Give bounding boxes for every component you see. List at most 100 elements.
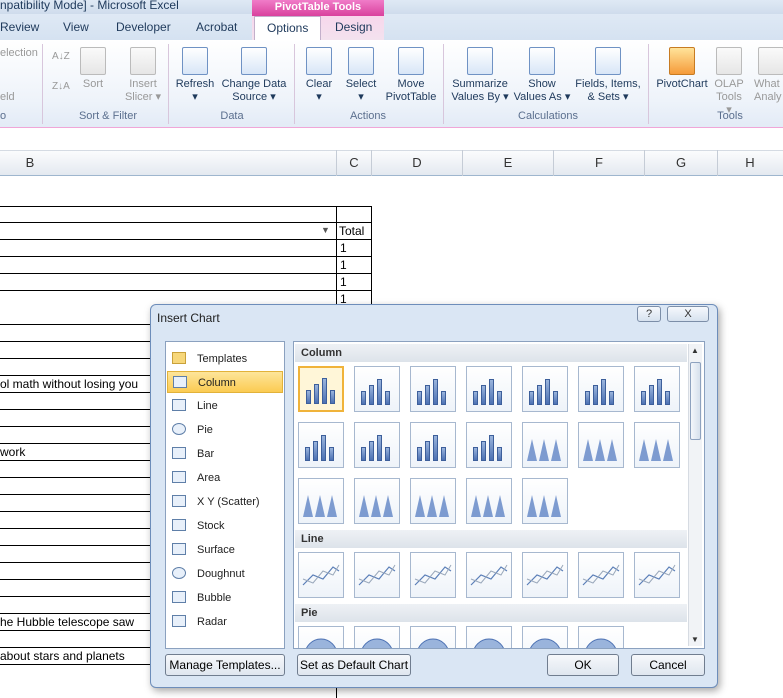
chart-subtype-thumbnail[interactable] [298,626,344,648]
chart-type-label: X Y (Scatter) [197,496,260,508]
chart-subtype-thumbnail[interactable] [410,422,456,468]
chart-subtype-thumbnail[interactable] [522,626,568,648]
sort-button[interactable]: Sort [76,47,110,91]
chart-type-bubble[interactable]: Bubble [167,587,283,609]
chart-subtype-thumbnail[interactable] [466,366,512,412]
chart-subtype-thumbnail[interactable] [522,422,568,468]
manage-templates-button[interactable]: Manage Templates... [165,654,285,676]
chart-subtype-thumbnail[interactable] [466,626,512,648]
chart-subtype-thumbnail[interactable] [522,552,568,598]
sort-az-icon[interactable]: A↓Z [52,50,70,63]
column-header-e[interactable]: E [463,155,553,170]
chart-subtype-thumbnail[interactable] [410,366,456,412]
chart-type-pie[interactable]: Pie [167,419,283,441]
bar-shape [497,447,502,461]
pivotchart-button[interactable]: PivotChart [652,47,712,91]
insert-chart-dialog: Insert Chart ? X Templates Column Line P… [150,304,718,688]
scroll-down-icon[interactable]: ▼ [691,635,699,644]
chart-subtype-thumbnail[interactable] [298,478,344,524]
show-values-button[interactable]: Show Values As ▾ [513,47,571,104]
help-button[interactable]: ? [637,306,661,322]
tab-review[interactable]: Review [0,20,39,34]
chart-subtype-thumbnail[interactable] [354,626,400,648]
chart-subtype-thumbnail[interactable] [410,478,456,524]
stock-chart-icon [172,519,186,531]
chart-subtype-thumbnail[interactable] [466,422,512,468]
what-if-button[interactable]: What Analy [754,47,783,104]
column-header-b[interactable]: B [0,155,60,170]
cancel-button[interactable]: Cancel [631,654,705,676]
tab-design[interactable]: Design [335,20,372,34]
chart-type-label: Radar [197,616,227,628]
chart-subtype-thumbnail[interactable] [410,626,456,648]
group-separator [294,44,295,124]
chart-subtype-thumbnail[interactable] [354,366,400,412]
chart-type-surface[interactable]: Surface [167,539,283,561]
filter-dropdown-arrow[interactable]: ▼ [321,225,330,235]
chart-type-radar[interactable]: Radar [167,611,283,633]
scroll-up-icon[interactable]: ▲ [691,346,699,355]
chart-type-label: Line [197,400,218,412]
chart-type-bar[interactable]: Bar [167,443,283,465]
clear-button[interactable]: Clear ▾ [300,47,338,104]
set-default-chart-button[interactable]: Set as Default Chart [297,654,411,676]
tab-options[interactable]: Options [254,16,322,42]
chart-type-templates[interactable]: Templates [167,348,283,370]
select-button[interactable]: Select ▾ [342,47,380,104]
line-preview-icon [638,564,676,586]
column-header-f[interactable]: F [554,155,644,170]
chart-subtype-thumbnail[interactable] [410,552,456,598]
chart-type-label: Area [197,472,221,484]
change-data-source-button[interactable]: Change Data Source ▾ [218,47,290,104]
scroll-thumb[interactable] [690,362,701,440]
refresh-button[interactable]: Refresh ▾ [174,47,216,104]
tab-view[interactable]: View [63,20,89,34]
chart-subtype-thumbnail[interactable] [298,552,344,598]
move-pivottable-button[interactable]: Move PivotTable [384,47,438,104]
chart-subtype-thumbnail[interactable] [298,422,344,468]
chart-subtype-thumbnail[interactable] [634,366,680,412]
gallery-scrollbar[interactable]: ▲ ▼ [688,344,702,646]
tab-acrobat[interactable]: Acrobat [196,20,237,34]
olap-tools-button[interactable]: OLAP Tools ▾ [712,47,746,117]
chart-subtype-thumbnail[interactable] [298,366,344,412]
chart-subtype-thumbnail[interactable] [354,552,400,598]
chart-subtype-thumbnail[interactable] [522,478,568,524]
bar-shape [441,391,446,405]
insert-slicer-button[interactable]: Insert Slicer ▾ [122,47,164,104]
chart-subtype-thumbnail[interactable] [578,422,624,468]
chart-subtype-thumbnail[interactable] [634,552,680,598]
fields-items-sets-button[interactable]: Fields, Items, & Sets ▾ [573,47,643,104]
chart-subtype-thumbnail[interactable] [522,366,568,412]
tab-developer[interactable]: Developer [116,20,171,34]
table-border [336,688,337,698]
folder-icon [172,352,186,364]
chart-subtype-gallery: Column Line Pie ▲ ▼ [293,341,705,649]
line-preview-icon [526,564,564,586]
close-button[interactable]: X [667,306,709,322]
summarize-values-button[interactable]: Summarize Values By ▾ [450,47,510,104]
chart-type-stock[interactable]: Stock [167,515,283,537]
column-header-c[interactable]: C [337,155,371,170]
chart-type-area[interactable]: Area [167,467,283,489]
chart-type-column[interactable]: Column [167,371,283,393]
bar-shape [473,391,478,405]
chart-subtype-thumbnail[interactable] [578,626,624,648]
chart-subtype-thumbnail[interactable] [354,422,400,468]
chart-subtype-thumbnail[interactable] [466,478,512,524]
chart-subtype-thumbnail[interactable] [578,552,624,598]
chart-type-scatter[interactable]: X Y (Scatter) [167,491,283,513]
chart-type-doughnut[interactable]: Doughnut [167,563,283,585]
cone-shape [359,495,369,517]
column-header-g[interactable]: G [645,155,717,170]
chart-subtype-thumbnail[interactable] [354,478,400,524]
chart-subtype-thumbnail[interactable] [578,366,624,412]
column-header-d[interactable]: D [372,155,462,170]
chart-subtype-thumbnail[interactable] [634,422,680,468]
table-border [0,562,150,563]
chart-type-line[interactable]: Line [167,395,283,417]
ok-button[interactable]: OK [547,654,619,676]
chart-subtype-thumbnail[interactable] [466,552,512,598]
sort-za-icon[interactable]: Z↓A [52,80,70,93]
column-header-h[interactable]: H [718,155,782,170]
